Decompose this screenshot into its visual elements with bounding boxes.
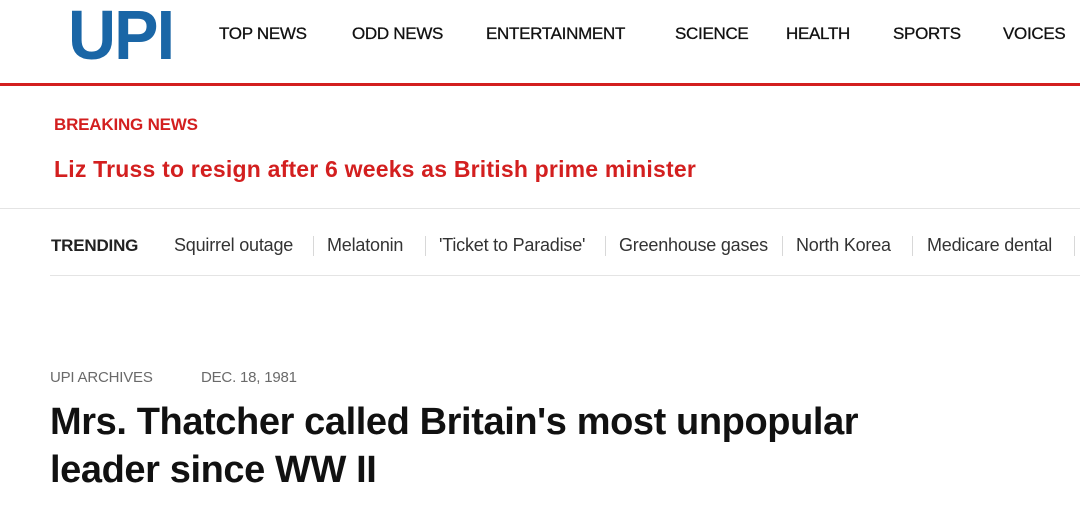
upi-logo[interactable]: UPI [68, 0, 175, 70]
nav-science[interactable]: SCIENCE [675, 24, 749, 44]
trending-separator [605, 236, 606, 256]
trending-separator [782, 236, 783, 256]
nav-health[interactable]: HEALTH [786, 24, 851, 44]
trending-item-ticket-to-paradise[interactable]: 'Ticket to Paradise' [439, 235, 585, 256]
page: UPI TOP NEWS ODD NEWS ENTERTAINMENT SCIE… [0, 0, 1080, 525]
divider [0, 208, 1080, 209]
nav-top-news[interactable]: TOP NEWS [219, 24, 307, 44]
trending-item-medicare-dental[interactable]: Medicare dental [927, 235, 1052, 256]
article-date: DEC. 18, 1981 [201, 369, 297, 386]
trending-item-melatonin[interactable]: Melatonin [327, 235, 403, 256]
trending-separator [1074, 236, 1075, 256]
nav-voices[interactable]: VOICES [1003, 24, 1066, 44]
trending-separator [425, 236, 426, 256]
nav-entertainment[interactable]: ENTERTAINMENT [486, 24, 626, 44]
site-header: UPI TOP NEWS ODD NEWS ENTERTAINMENT SCIE… [0, 0, 1080, 86]
trending-item-squirrel-outage[interactable]: Squirrel outage [174, 235, 293, 256]
trending-separator [912, 236, 913, 256]
nav-odd-news[interactable]: ODD NEWS [352, 24, 444, 44]
trending-label: TRENDING [51, 236, 139, 255]
trending-separator [313, 236, 314, 256]
article-title: Mrs. Thatcher called Britain's most unpo… [50, 401, 859, 491]
divider [50, 275, 1080, 276]
breaking-news-label: BREAKING NEWS [54, 115, 198, 134]
trending-item-north-korea[interactable]: North Korea [796, 235, 891, 256]
article-category-link[interactable]: UPI ARCHIVES [50, 369, 153, 386]
nav-sports[interactable]: SPORTS [893, 24, 961, 44]
breaking-news-headline-link[interactable]: Liz Truss to resign after 6 weeks as Bri… [54, 156, 696, 183]
trending-item-greenhouse-gases[interactable]: Greenhouse gases [619, 235, 768, 256]
